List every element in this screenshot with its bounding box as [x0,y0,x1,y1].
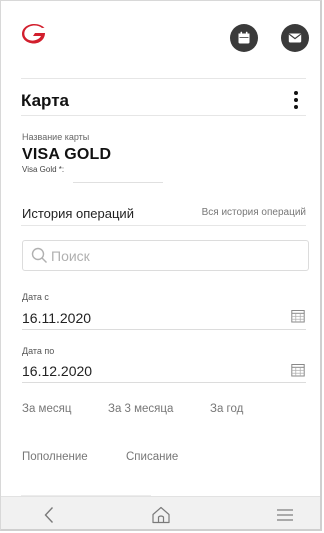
title-divider [21,115,306,116]
app-screen: Карта Название карты VISA GOLD Visa Gold… [0,0,322,531]
period-3-months-button[interactable]: За 3 месяца [108,403,173,415]
card-name-value: VISA GOLD [22,146,112,163]
calendar-button[interactable] [230,24,258,52]
top-divider [21,78,306,79]
calendar-icon[interactable] [291,363,305,382]
search-icon [31,247,48,269]
mail-button[interactable] [281,24,309,52]
date-from-label: Дата с [22,292,49,302]
card-name-label: Название карты [22,132,90,142]
card-number-underline [73,182,163,183]
date-from-underline [22,329,306,330]
kebab-menu-icon[interactable] [289,89,303,111]
search-box[interactable] [22,240,309,271]
all-history-link[interactable]: Вся история операций [202,207,306,218]
calendar-icon [237,31,251,45]
bottom-navigation [1,496,320,529]
date-from-value[interactable]: 16.11.2020 [22,310,91,326]
history-title: История операций [22,206,134,221]
hamburger-menu-icon[interactable] [273,504,297,526]
filter-deposit-button[interactable]: Пополнение [22,451,88,463]
period-year-button[interactable]: За год [210,403,243,415]
search-input[interactable] [51,245,301,267]
filter-withdrawal-button[interactable]: Списание [126,451,178,463]
card-number-label: Visa Gold *: [22,165,65,174]
home-icon[interactable] [149,504,173,526]
date-to-label: Дата по [22,346,55,356]
back-chevron-icon[interactable] [37,504,61,526]
date-to-underline [22,382,306,383]
date-to-value[interactable]: 16.12.2020 [22,363,92,379]
top-bar [1,1,320,79]
mail-icon [288,32,302,44]
page-title: Карта [21,91,69,110]
period-month-button[interactable]: За месяц [22,403,71,415]
calendar-icon[interactable] [291,309,305,328]
bank-logo-icon[interactable] [21,23,49,45]
history-divider [21,225,306,226]
